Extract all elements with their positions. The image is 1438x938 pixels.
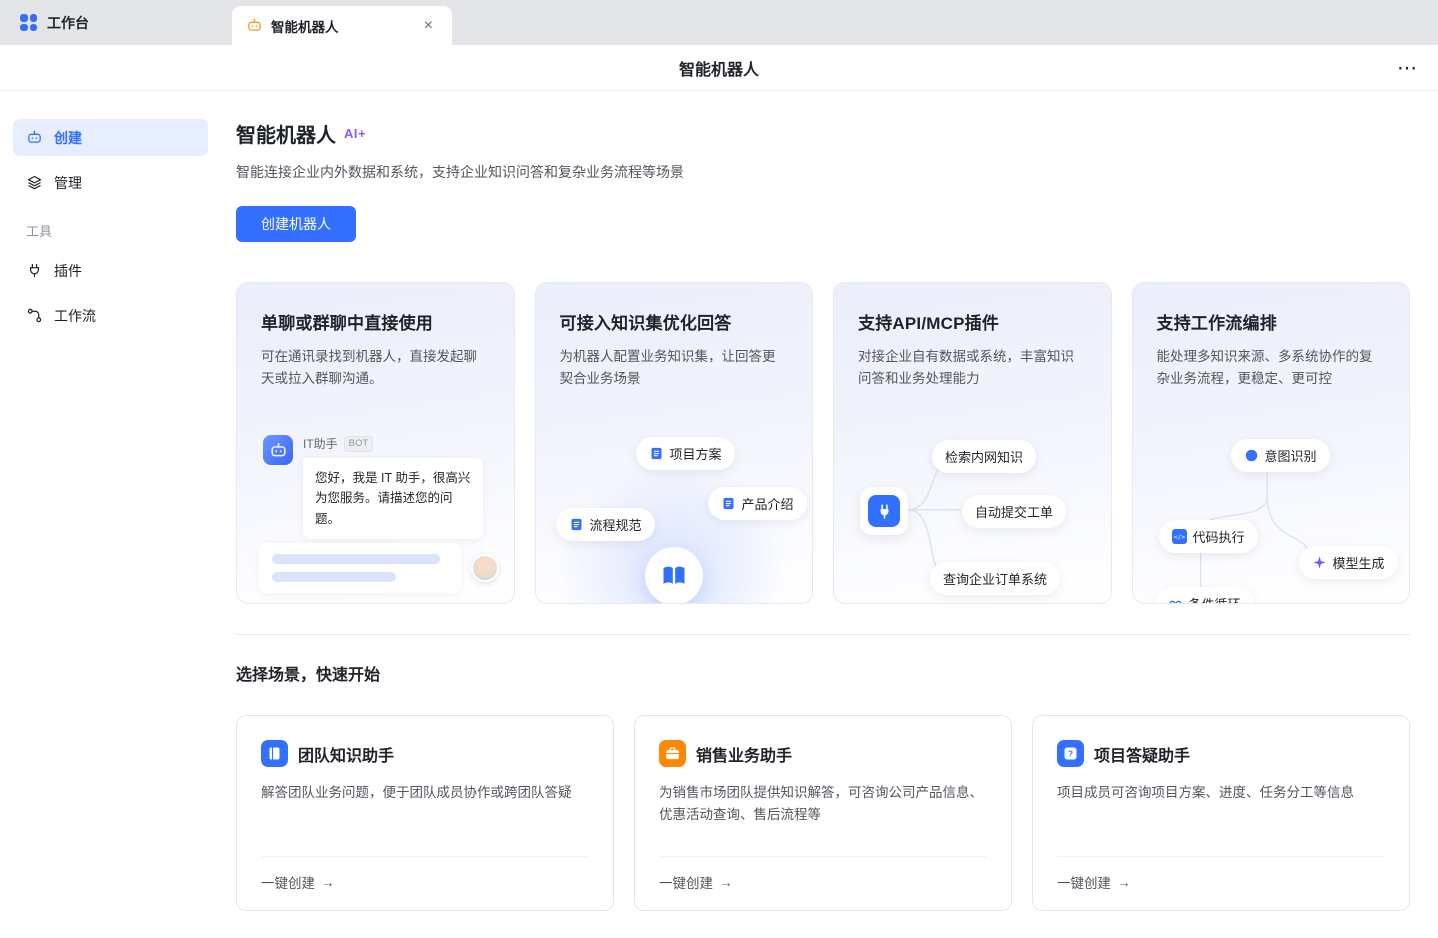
active-tab-smart-robot[interactable]: 智能机器人 × [232,6,452,45]
scenario-card-sales-assistant[interactable]: 销售业务助手 为销售市场团队提供知识解答，可咨询公司产品信息、优惠活动查询、售后… [634,715,1012,911]
sparkle-icon [1312,556,1326,569]
sidebar-item-manage[interactable]: 管理 [13,164,208,201]
one-click-create-link[interactable]: 一键创建 → [261,856,589,910]
sidebar: 创建 管理 工具 插件 工作流 [0,91,222,938]
robot-icon [28,130,41,143]
loop-icon [1169,600,1181,603]
intent-icon [1245,449,1257,462]
plugin-tile [860,487,908,535]
feature-card-plugins: 支持API/MCP插件 对接企业自有数据或系统，丰富知识问答和业务处理能力 检索… [833,282,1112,604]
ai-plus-badge: AI+ [344,126,367,141]
sidebar-item-plugins[interactable]: 插件 [13,252,208,289]
robot-icon [246,17,263,34]
active-tab-label: 智能机器人 [271,19,339,35]
workbench-tab-label: 工作台 [47,14,89,31]
bot-badge: BOT [343,435,374,452]
more-menu-icon[interactable]: ⋯ [1391,53,1424,82]
knowledge-tag-pill: 项目方案 [635,437,735,470]
briefcase-icon [659,740,686,767]
page-subtitle: 智能连接企业内外数据和系统，支持企业知识问答和复杂业务流程等场景 [236,164,684,180]
bot-message-bubble: 您好，我是 IT 助手，很高兴为您服务。请描述您的问题。 [303,458,483,539]
feature-card-desc: 能处理多知识来源、多系统协作的复杂业务流程，更稳定、更可控 [1156,349,1373,387]
scenario-section-title: 选择场景，快速开始 [236,667,381,684]
svg-text:</>: </> [1173,534,1185,541]
workflow-node-pill: 条件循环 [1154,587,1254,603]
svg-text:?: ? [1068,749,1073,759]
workflow-node-pill: 模型生成 [1298,546,1398,579]
close-tab-icon[interactable]: × [419,16,438,36]
sidebar-item-label: 工作流 [54,307,96,324]
feature-card-title: 支持API/MCP插件 [858,314,1000,333]
chat-bot-message: IT助手 BOT 您好，我是 IT 助手，很高兴为您服务。请描述您的问题。 [263,435,483,539]
sidebar-item-label: 创建 [54,129,82,146]
user-avatar [471,554,499,582]
scenario-card-title: 项目答疑助手 [1094,747,1191,765]
scenario-card-title: 销售业务助手 [696,747,793,765]
plug-icon [30,263,39,278]
sidebar-item-workflow[interactable]: 工作流 [13,297,208,334]
header-title: 智能机器人 [678,61,759,79]
section-divider [236,634,1410,635]
document-icon [723,497,733,510]
feature-card-direct-chat: 单聊或群聊中直接使用 可在通讯录找到机器人，直接发起聊天或拉入群聊沟通。 IT助… [236,282,515,604]
plugin-tag-pill: 自动提交工单 [962,495,1067,528]
feature-card-workflow: 支持工作流编排 能处理多知识来源、多系统协作的复杂业务流程，更稳定、更可控 意图… [1131,282,1410,604]
window-tab-bar: 工作台 智能机器人 × [0,0,1438,45]
plugin-tag-pill: 查询企业订单系统 [930,562,1061,595]
one-click-create-link[interactable]: 一键创建 → [659,856,987,910]
code-icon: </> [1171,529,1187,544]
page-title: 智能机器人 [236,125,336,147]
document-icon [651,447,661,460]
plug-icon [868,495,900,527]
feature-card-title: 支持工作流编排 [1156,314,1277,333]
chat-skeleton-message [259,543,499,593]
scenario-card-project-qa[interactable]: ? 项目答疑助手 项目成员可咨询项目方案、进度、任务分工等信息 一键创建 → [1032,715,1410,911]
bot-name: IT助手 [303,437,338,451]
feature-card-desc: 可在通讯录找到机器人，直接发起聊天或拉入群聊沟通。 [261,349,477,387]
scenario-card-title: 团队知识助手 [298,747,395,765]
book-icon [261,740,288,767]
feature-card-knowledge: 可接入知识集优化回答 为机器人配置业务知识集，让回答更契合业务场景 项目方案 产… [534,282,813,604]
arrow-right-icon: → [719,874,733,890]
feature-card-desc: 为机器人配置业务知识集，让回答更契合业务场景 [559,349,776,387]
sidebar-section-tools: 工具 [26,224,53,239]
plugin-tag-pill: 检索内网知识 [932,440,1037,473]
feature-card-desc: 对接企业自有数据或系统，丰富知识问答和业务处理能力 [858,349,1074,387]
question-icon: ? [1057,740,1084,767]
feature-card-title: 单聊或群聊中直接使用 [261,314,433,333]
feature-cards-row: 单聊或群聊中直接使用 可在通讯录找到机器人，直接发起聊天或拉入群聊沟通。 IT助… [236,282,1410,604]
sidebar-item-create[interactable]: 创建 [13,119,208,156]
scenario-card-desc: 解答团队业务问题，便于团队成员协作或跨团队答疑 [261,785,572,800]
workbench-grid-icon [20,14,37,31]
arrow-right-icon: → [321,874,335,890]
book-icon [644,547,703,603]
scenario-card-desc: 为销售市场团队提供知识解答，可咨询公司产品信息、优惠活动查询、售后流程等 [659,785,983,823]
one-click-create-link[interactable]: 一键创建 → [1057,856,1385,910]
skeleton-bubble [259,543,461,593]
bot-avatar-icon [263,435,293,465]
scenario-card-team-knowledge[interactable]: 团队知识助手 解答团队业务问题，便于团队成员协作或跨团队答疑 一键创建 → [236,715,614,911]
document-icon [571,518,581,531]
sidebar-item-label: 插件 [54,262,82,279]
main-content: 智能机器人 AI+ 智能连接企业内外数据和系统，支持企业知识问答和复杂业务流程等… [222,91,1438,938]
arrow-right-icon: → [1117,874,1131,890]
page-header: 智能机器人 ⋯ [0,45,1438,91]
knowledge-tag-pill: 流程规范 [555,508,655,541]
workflow-icon [27,308,42,323]
knowledge-tag-pill: 产品介绍 [707,487,807,520]
feature-card-title: 可接入知识集优化回答 [559,314,732,333]
sidebar-item-label: 管理 [54,174,82,191]
create-robot-button[interactable]: 创建机器人 [236,206,356,242]
scenario-card-desc: 项目成员可咨询项目方案、进度、任务分工等信息 [1057,785,1354,800]
layers-icon [27,175,42,190]
scenario-cards-row: 团队知识助手 解答团队业务问题，便于团队成员协作或跨团队答疑 一键创建 → 销售… [236,715,1410,911]
workflow-node-pill: 意图识别 [1230,439,1330,472]
workflow-node-pill: </> 代码执行 [1158,520,1258,553]
workbench-tab[interactable]: 工作台 [0,0,232,45]
